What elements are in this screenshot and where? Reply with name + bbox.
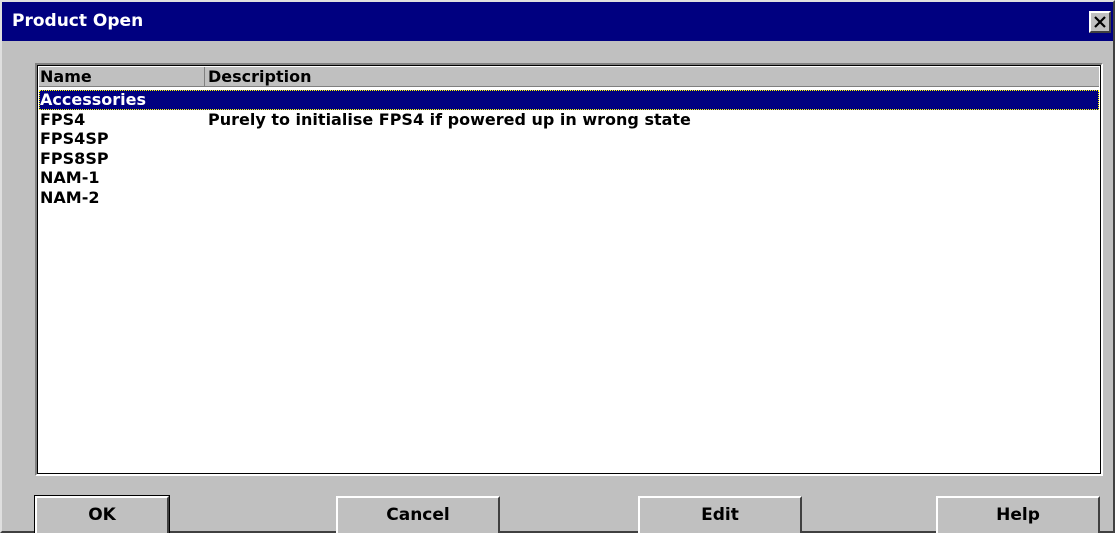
list-item-name: NAM-2 [40, 187, 100, 207]
list-item[interactable]: FPS8SP [39, 149, 1099, 169]
edit-button[interactable]: Edit [638, 496, 802, 533]
close-button[interactable] [1089, 11, 1111, 33]
title-bar[interactable]: Product Open [2, 2, 1113, 41]
list-item[interactable]: Accessories [39, 90, 1099, 110]
help-button[interactable]: Help [936, 496, 1100, 533]
close-icon [1094, 16, 1106, 28]
list-item[interactable]: FPS4SP [39, 129, 1099, 149]
list-item[interactable]: NAM-2 [39, 188, 1099, 208]
list-header: Name Description [39, 67, 1099, 87]
list-item-name: NAM-1 [40, 168, 100, 188]
ok-button[interactable]: OK [34, 495, 170, 533]
window-title: Product Open [12, 11, 144, 31]
list-item-name: FPS4SP [40, 129, 109, 149]
cancel-button[interactable]: Cancel [336, 496, 500, 533]
list-item-name: Accessories [40, 90, 146, 109]
list-item-name: FPS4 [40, 109, 86, 129]
column-header-description[interactable]: Description [205, 67, 1099, 87]
product-list[interactable]: Name Description Accessories FPS4 Purely t… [35, 63, 1103, 476]
list-item-name: FPS8SP [40, 148, 109, 168]
list-rows: Accessories FPS4 Purely to initialise FPS4… [39, 90, 1099, 208]
list-item[interactable]: NAM-1 [39, 168, 1099, 188]
column-header-name[interactable]: Name [39, 67, 205, 87]
product-open-dialog: Product Open Name Description Accessorie… [0, 0, 1115, 533]
list-item[interactable]: FPS4 Purely to initialise FPS4 if powered… [39, 110, 1099, 130]
list-item-description: Purely to initialise FPS4 if powered up … [208, 109, 691, 129]
